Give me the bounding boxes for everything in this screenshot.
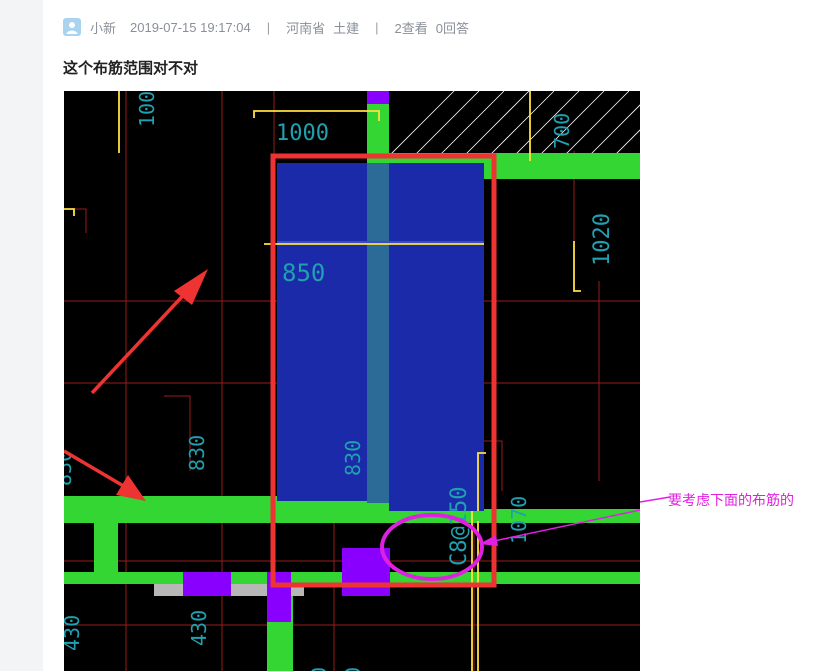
dim-label: 430 xyxy=(187,610,211,646)
post-meta: 小新 2019-07-15 19:17:04 | 河南省 土建 | 2查看 0回… xyxy=(63,17,469,37)
dim-label: 50 xyxy=(341,667,365,671)
dim-label: 1000 xyxy=(135,91,159,127)
user-icon xyxy=(66,22,78,34)
dim-label: 830 xyxy=(341,440,365,476)
cad-screenshot[interactable]: 1000 1000 700 1020 850 830 830 830 1070 … xyxy=(64,91,640,671)
meta-separator: | xyxy=(375,19,379,35)
dim-label: 50 xyxy=(307,667,331,671)
dim-label: 700 xyxy=(550,113,574,149)
annotation-text: 要考虑下面的布筋的 xyxy=(668,492,794,508)
dim-label: 430 xyxy=(64,615,84,651)
post-province[interactable]: 河南省 xyxy=(286,18,325,37)
view-count: 2查看 xyxy=(394,20,428,36)
post-title: 这个布筋范围对不对 xyxy=(63,60,199,77)
dim-label: 1020 xyxy=(590,213,615,266)
meta-separator: | xyxy=(266,19,271,35)
slab-regions xyxy=(277,163,484,511)
post-datetime: 2019-07-15 19:17:04 xyxy=(130,19,251,35)
dim-label: 830 xyxy=(185,435,209,471)
post-category[interactable]: 土建 xyxy=(333,18,359,37)
post-page: 小新 2019-07-15 19:17:04 | 河南省 土建 | 2查看 0回… xyxy=(43,0,837,671)
dim-label: 1000 xyxy=(276,121,329,146)
dim-label: 850 xyxy=(282,259,325,287)
answer-count: 0回答 xyxy=(435,20,470,36)
cad-drawing: 1000 1000 700 1020 850 830 830 830 1070 … xyxy=(64,91,640,671)
author-name[interactable]: 小新 xyxy=(90,18,116,37)
avatar[interactable] xyxy=(63,18,81,36)
